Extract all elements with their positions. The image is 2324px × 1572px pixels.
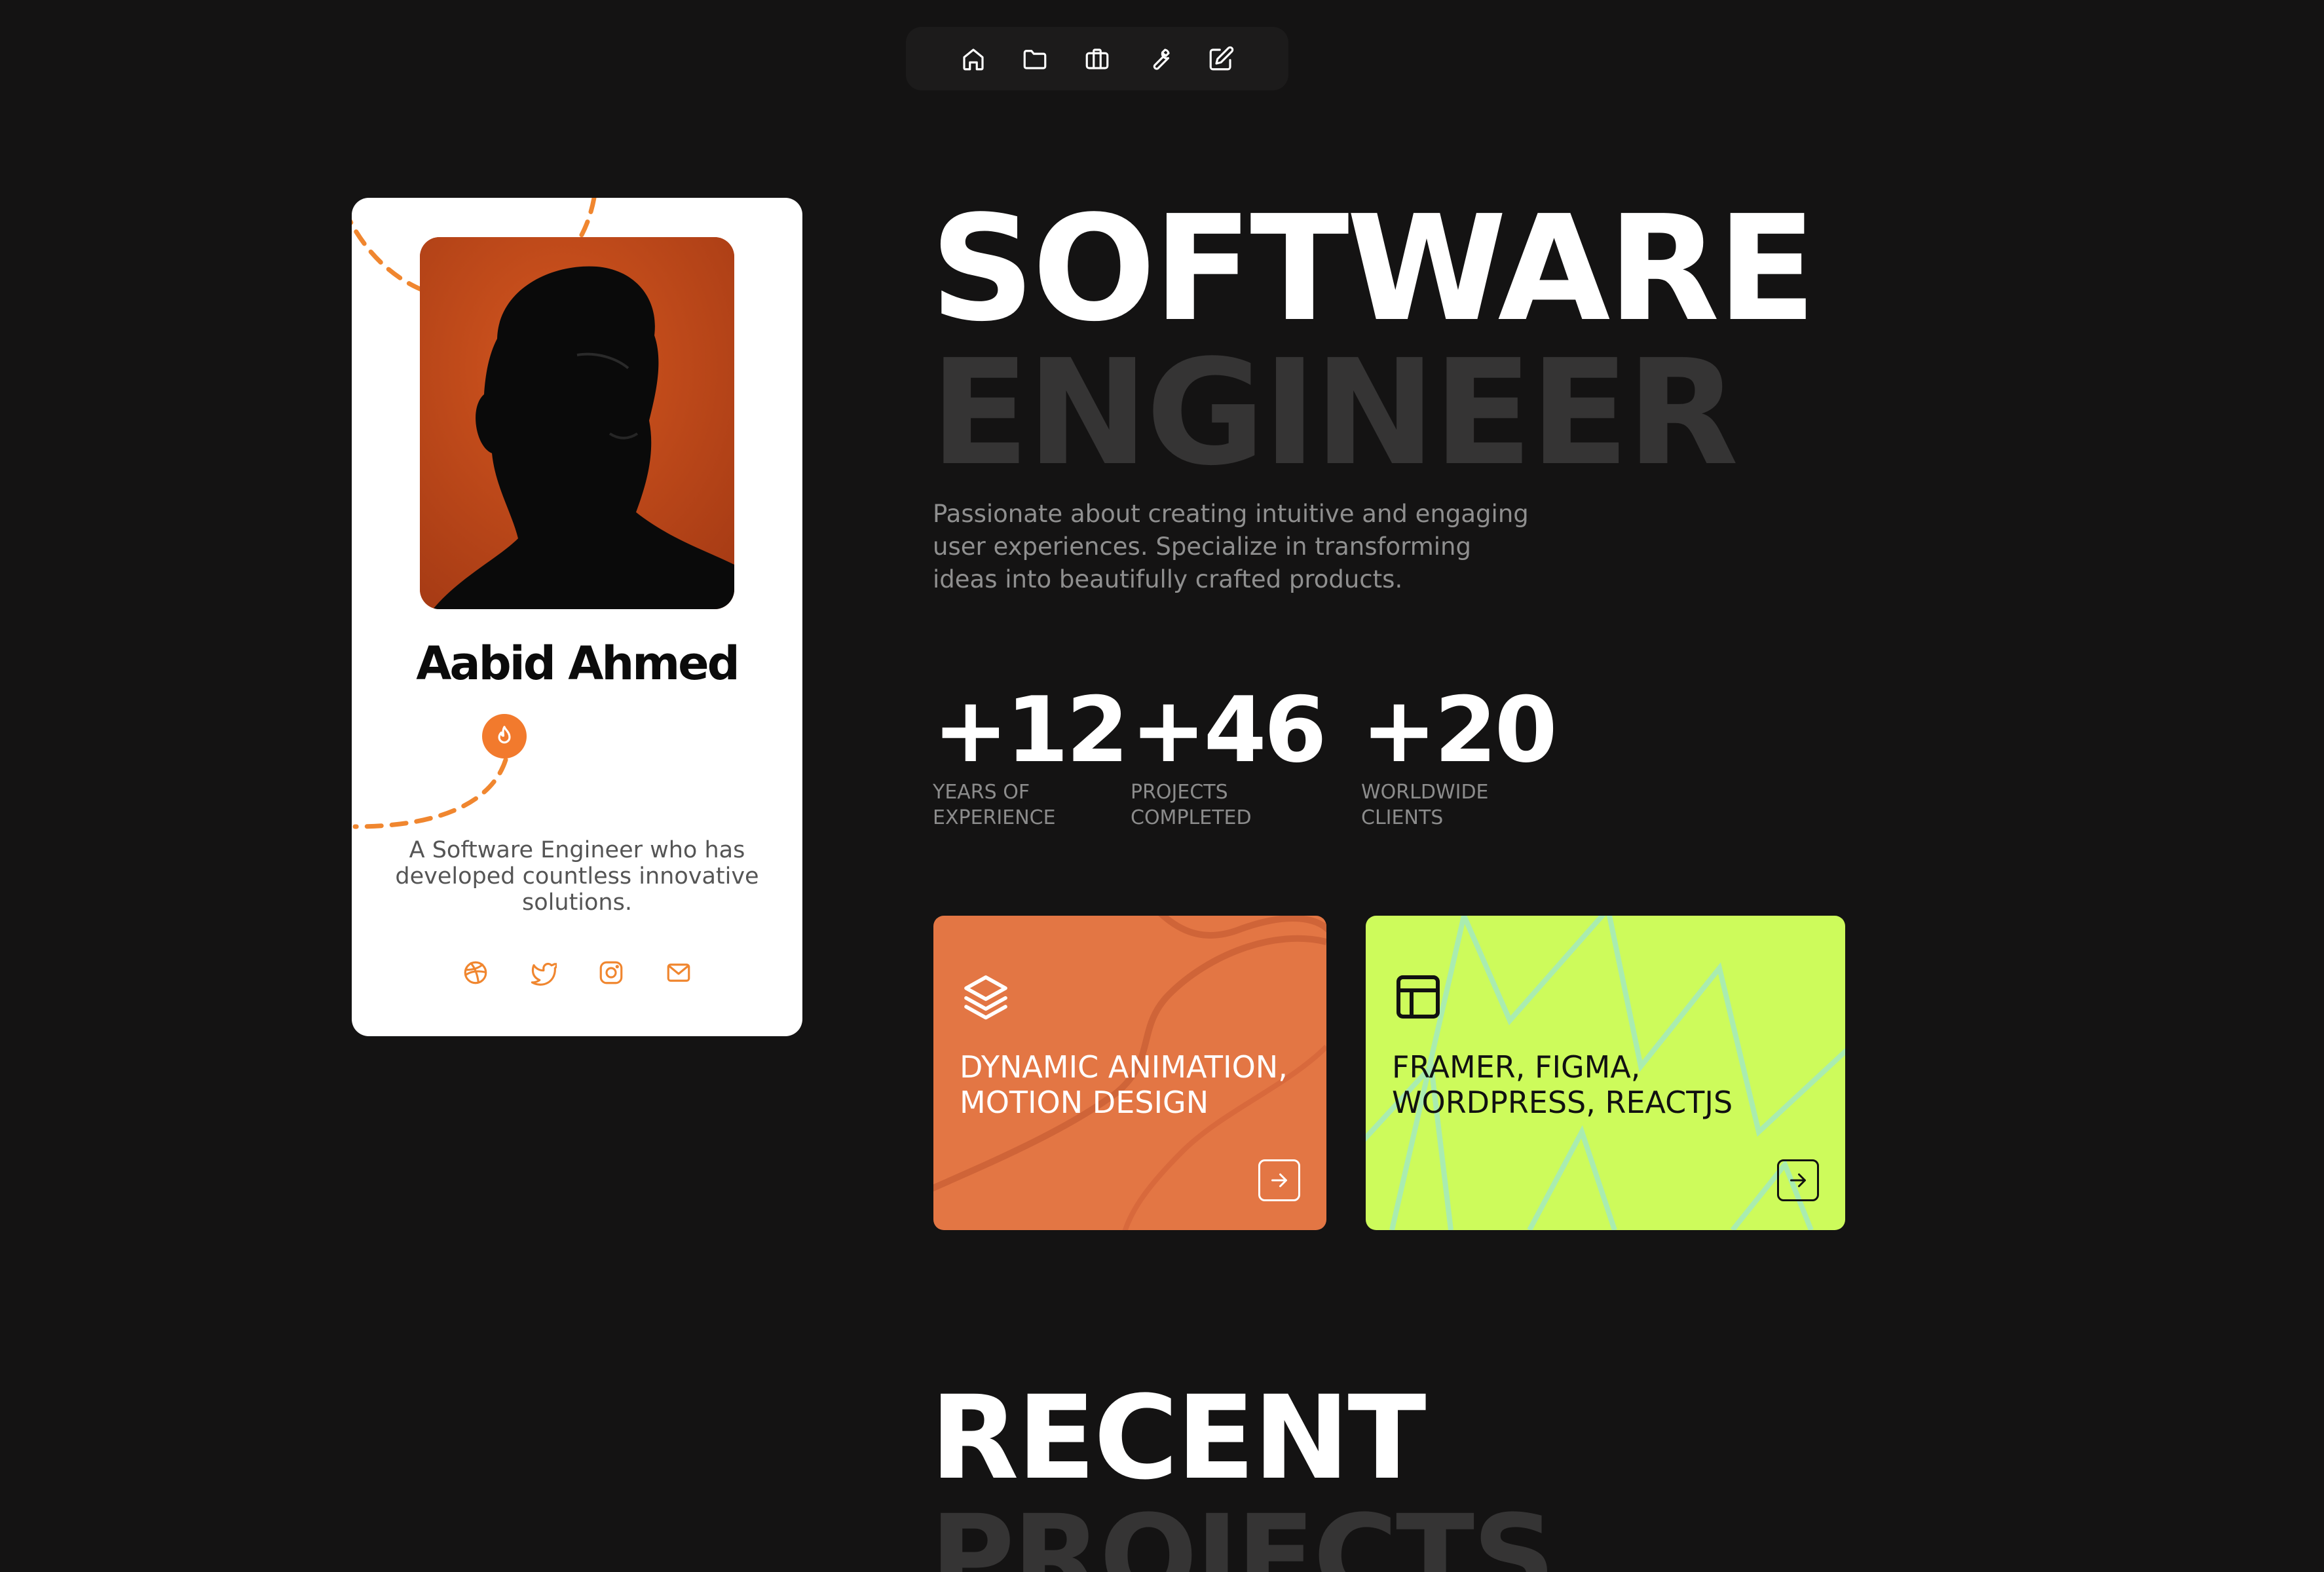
wrench-icon [1153,48,1170,70]
folder-icon [1023,49,1047,69]
social-links [460,958,694,988]
feature-card-animation[interactable]: DYNAMIC ANIMATION, MOTION DESIGN [933,916,1326,1230]
profile-photo [420,237,734,609]
profile-name: Aabid Ahmed [416,637,740,690]
layout-icon [1396,975,1440,1019]
dribbble-link[interactable] [460,958,491,988]
edit-icon [1209,46,1234,70]
arrow-right-icon [1271,1173,1287,1188]
stat-label: YEARS OF EXPERIENCE [933,781,1056,829]
card-title: DYNAMIC ANIMATION, MOTION DESIGN [960,1049,1288,1120]
stat-projects: +46 PROJECTS COMPLETED [1131,677,1327,831]
profile-card: Aabid Ahmed A Software Engineer who has … [352,198,802,1036]
home-icon [963,48,984,70]
instagram-icon [599,961,622,984]
fire-icon [498,726,511,744]
feature-card-tools[interactable]: FRAMER, FIGMA, WORDPRESS, REACTJS [1366,916,1845,1230]
layers-icon [964,975,1007,1020]
hero-description: Passionate about creating intuitive and … [933,500,1529,593]
top-nav [906,27,1288,90]
nav-tools-button[interactable] [1138,38,1180,80]
nav-work-button[interactable] [1076,38,1118,80]
briefcase-icon [1085,48,1109,69]
twitter-icon [531,962,557,986]
stat-experience: +12 YEARS OF EXPERIENCE [933,677,1129,831]
card-title: FRAMER, FIGMA, WORDPRESS, REACTJS [1392,1049,1733,1120]
card-arrow-button[interactable] [1777,1159,1819,1201]
email-link[interactable] [664,958,694,988]
recent-title-line-1: RECENT [930,1371,1426,1505]
portfolio-page: Aabid Ahmed A Software Engineer who has … [0,0,2324,1572]
stat-value: +20 [1361,677,1558,783]
mail-icon [667,964,690,982]
stat-value: +12 [933,677,1129,783]
card-arrow-button[interactable] [1258,1159,1300,1201]
fire-badge [482,714,527,758]
dribbble-icon [464,961,487,984]
twitter-link[interactable] [528,958,558,988]
profile-description: A Software Engineer who has developed co… [395,837,759,916]
arrow-right-icon [1790,1173,1806,1188]
nav-home-button[interactable] [952,38,994,80]
hero-title-line-2: ENGINEER [930,329,1738,498]
stat-label: WORLDWIDE CLIENTS [1361,781,1489,829]
instagram-link[interactable] [596,958,626,988]
hero-title-line-1: SOFTWARE [930,185,1816,354]
nav-blog-button[interactable] [1200,38,1242,80]
stat-clients: +20 WORLDWIDE CLIENTS [1361,677,1558,831]
recent-title-line-2: PROJECTS [930,1490,1556,1572]
stat-label: PROJECTS COMPLETED [1131,781,1252,829]
nav-projects-button[interactable] [1014,38,1056,80]
stat-value: +46 [1131,677,1327,783]
